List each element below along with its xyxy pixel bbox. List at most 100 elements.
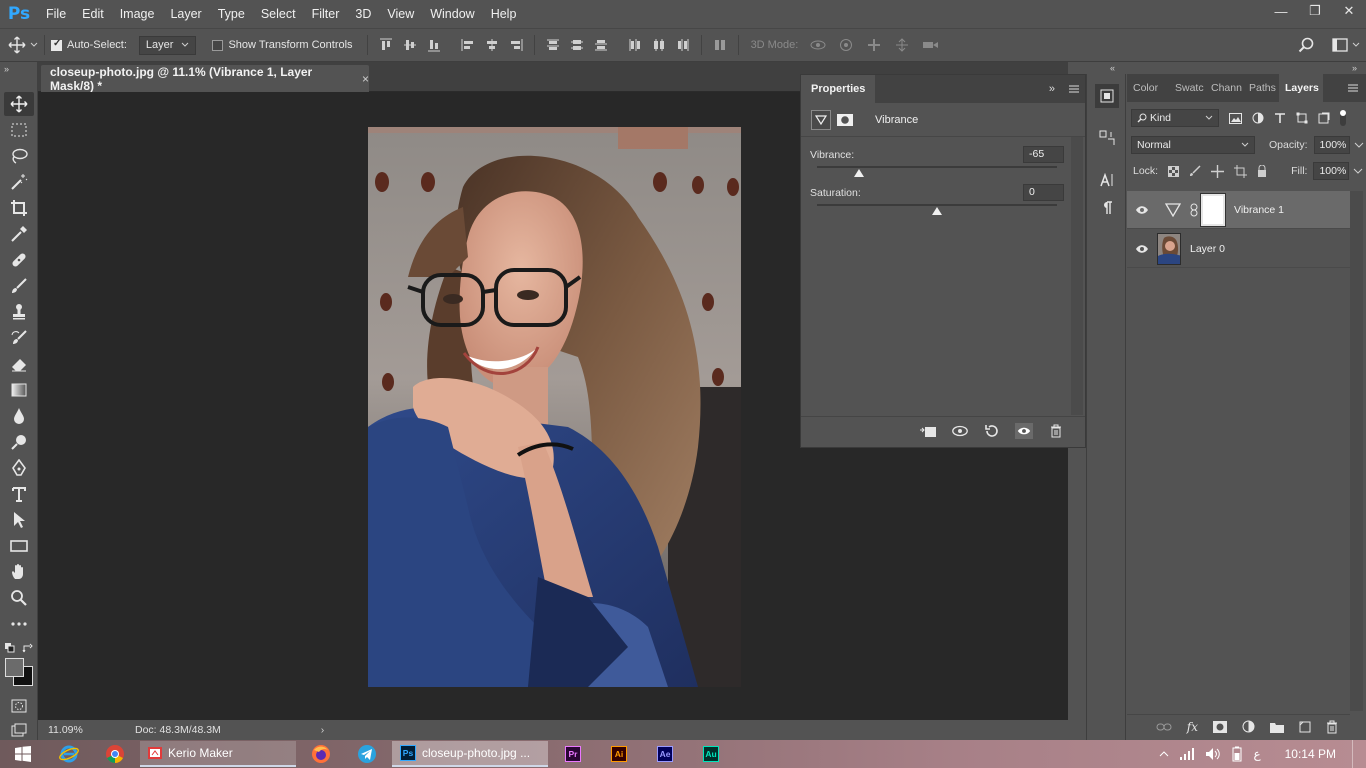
lasso-tool[interactable] (4, 144, 34, 168)
input-language-indicator[interactable]: ع (1253, 747, 1260, 761)
network-icon[interactable] (1179, 747, 1195, 761)
align-top-icon[interactable] (379, 38, 393, 52)
link-icon[interactable] (1189, 203, 1199, 217)
hand-tool[interactable] (4, 560, 34, 584)
3d-roll-icon[interactable] (837, 38, 855, 52)
new-group-icon[interactable] (1270, 721, 1284, 733)
healing-brush-tool[interactable] (4, 248, 34, 272)
taskbar-app-photoshop[interactable]: Ps closeup-photo.jpg ... (392, 741, 548, 767)
status-menu-arrow[interactable]: › (321, 724, 325, 736)
chevron-down-icon[interactable] (1354, 141, 1364, 149)
eraser-tool[interactable] (4, 352, 34, 376)
rectangle-tool[interactable] (4, 534, 34, 558)
workspace-switcher[interactable] (1332, 38, 1360, 52)
opacity-field[interactable]: 100% (1313, 136, 1350, 154)
collapse-panel-icon[interactable]: » (1049, 83, 1055, 95)
lock-all-icon[interactable] (1257, 165, 1267, 177)
quick-mask-button[interactable] (4, 694, 34, 718)
tab-swatches[interactable]: Swatc (1169, 74, 1205, 102)
pen-tool[interactable] (4, 456, 34, 480)
visibility-toggle[interactable] (1127, 244, 1157, 254)
blur-tool[interactable] (4, 404, 34, 428)
menu-select[interactable]: Select (253, 0, 304, 28)
layer-row-layer-0[interactable]: Layer 0 (1127, 230, 1350, 268)
new-layer-icon[interactable] (1299, 721, 1311, 733)
view-previous-state-icon[interactable] (951, 423, 969, 439)
chrome-icon[interactable] (92, 740, 138, 768)
3d-slide-icon[interactable] (893, 38, 911, 52)
clone-stamp-tool[interactable] (4, 300, 34, 324)
start-button[interactable] (0, 740, 46, 768)
telegram-icon[interactable] (344, 740, 390, 768)
tab-channels[interactable]: Chann (1205, 74, 1243, 102)
delete-adjustment-icon[interactable] (1047, 423, 1065, 439)
path-selection-tool[interactable] (4, 508, 34, 532)
saturation-value-field[interactable]: 0 (1023, 184, 1064, 201)
align-hcenter-icon[interactable] (485, 38, 499, 52)
visibility-toggle[interactable] (1127, 205, 1157, 215)
distribute-bottom-icon[interactable] (594, 38, 608, 52)
filter-smart-object-icon[interactable] (1318, 112, 1330, 124)
screen-mode-button[interactable] (4, 718, 34, 742)
vibrance-slider-track[interactable] (817, 166, 1057, 168)
zoom-tool[interactable] (4, 586, 34, 610)
menu-view[interactable]: View (379, 0, 422, 28)
panel-menu-icon[interactable] (1069, 85, 1079, 93)
filter-pixel-icon[interactable] (1229, 112, 1242, 124)
quick-selection-tool[interactable] (4, 170, 34, 194)
vibrance-slider-thumb[interactable] (854, 169, 864, 177)
reset-adjustment-icon[interactable] (983, 423, 1001, 439)
illustrator-icon[interactable]: Ai (596, 740, 642, 768)
document-image[interactable] (368, 127, 741, 687)
lock-position-icon[interactable] (1211, 164, 1225, 178)
tab-paths[interactable]: Paths (1243, 74, 1279, 102)
zoom-field[interactable]: 11.09% (38, 724, 90, 736)
vibrance-value-field[interactable]: -65 (1023, 146, 1064, 163)
clip-to-layer-icon[interactable] (919, 423, 937, 439)
firefox-icon[interactable] (298, 740, 344, 768)
brush-settings-dock-icon[interactable] (1095, 126, 1119, 150)
close-button[interactable]: ✕ (1332, 0, 1366, 22)
menu-image[interactable]: Image (112, 0, 163, 28)
audition-icon[interactable]: Au (688, 740, 734, 768)
blend-mode-dropdown[interactable]: Normal (1131, 136, 1255, 154)
dodge-tool[interactable] (4, 430, 34, 454)
type-tool[interactable] (4, 482, 34, 506)
saturation-slider-track[interactable] (817, 204, 1057, 206)
minimize-button[interactable]: — (1264, 0, 1298, 22)
menu-file[interactable]: File (38, 0, 74, 28)
filter-shape-icon[interactable] (1296, 112, 1308, 124)
show-transform-checkbox[interactable] (212, 39, 224, 51)
layer-mask-thumbnail[interactable] (1200, 192, 1226, 227)
distribute-left-icon[interactable] (628, 38, 642, 52)
delete-layer-icon[interactable] (1326, 720, 1338, 734)
add-mask-icon[interactable] (1213, 720, 1227, 733)
search-icon[interactable] (1298, 37, 1314, 53)
3d-rotate-icon[interactable] (809, 38, 827, 52)
battery-icon[interactable] (1231, 746, 1243, 762)
auto-select-checkbox[interactable] (51, 38, 62, 51)
history-brush-tool[interactable] (4, 326, 34, 350)
menu-help[interactable]: Help (483, 0, 525, 28)
properties-tab[interactable]: Properties (801, 75, 876, 103)
move-tool-preset-icon[interactable] (8, 36, 38, 54)
layers-scrollbar[interactable] (1350, 191, 1363, 711)
collapse-dock-icon[interactable]: « (1110, 63, 1115, 73)
taskbar-app-kerio[interactable]: Kerio Maker (140, 741, 296, 767)
align-vcenter-icon[interactable] (403, 38, 417, 52)
align-bottom-icon[interactable] (427, 38, 441, 52)
align-left-icon[interactable] (461, 38, 475, 52)
menu-layer[interactable]: Layer (162, 0, 209, 28)
layer-style-icon[interactable]: fx (1187, 720, 1198, 734)
chevron-down-icon[interactable] (1353, 167, 1363, 175)
premiere-icon[interactable]: Pr (550, 740, 596, 768)
default-colors-icon[interactable] (4, 642, 16, 654)
vibrance-adjustment-icon[interactable] (811, 109, 831, 130)
filter-toggle[interactable] (1340, 110, 1346, 126)
auto-select-target-dropdown[interactable]: Layer (138, 35, 197, 55)
distribute-vcenter-icon[interactable] (570, 38, 584, 52)
menu-window[interactable]: Window (422, 0, 482, 28)
properties-dock-icon[interactable] (1095, 84, 1119, 108)
panel-menu-icon[interactable] (1348, 84, 1358, 92)
show-hidden-icons-icon[interactable] (1159, 750, 1169, 758)
